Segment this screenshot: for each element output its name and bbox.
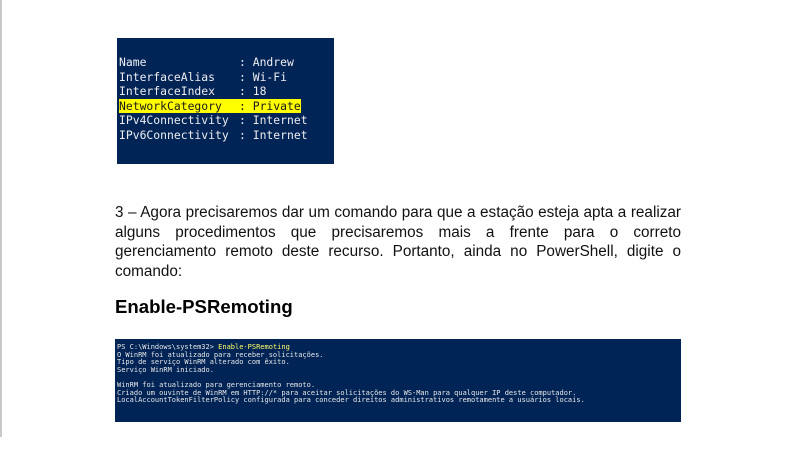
command-heading: Enable-PSRemoting — [115, 296, 293, 317]
terminal-prompt: PS C:\Windows\system32> — [117, 343, 219, 351]
page-left-border — [0, 0, 2, 437]
step3-paragraph: 3 – Agora precisaremos dar um comando pa… — [115, 204, 681, 280]
terminal-row-highlighted: NetworkCategory: Private — [119, 98, 301, 113]
powershell-output-network-profile: Name: Andrew InterfaceAlias: Wi-Fi Inter… — [117, 38, 334, 164]
terminal-command: Enable-PSRemoting — [218, 343, 290, 351]
terminal-row: InterfaceAlias: Wi-Fi — [119, 69, 288, 84]
powershell-output-enable-psremoting: PS C:\Windows\system32> Enable-PSRemotin… — [115, 339, 681, 422]
terminal-row: Name: Andrew — [119, 55, 294, 69]
terminal-row: IPv4Connectivity: Internet — [119, 113, 308, 127]
terminal-line: Serviço WinRM iniciado. — [117, 365, 214, 374]
terminal-row: InterfaceIndex: 18 — [119, 84, 267, 98]
terminal-line: LocalAccountTokenFilterPolicy configurad… — [117, 396, 585, 405]
terminal-row: IPv6Connectivity: Internet — [119, 127, 308, 142]
